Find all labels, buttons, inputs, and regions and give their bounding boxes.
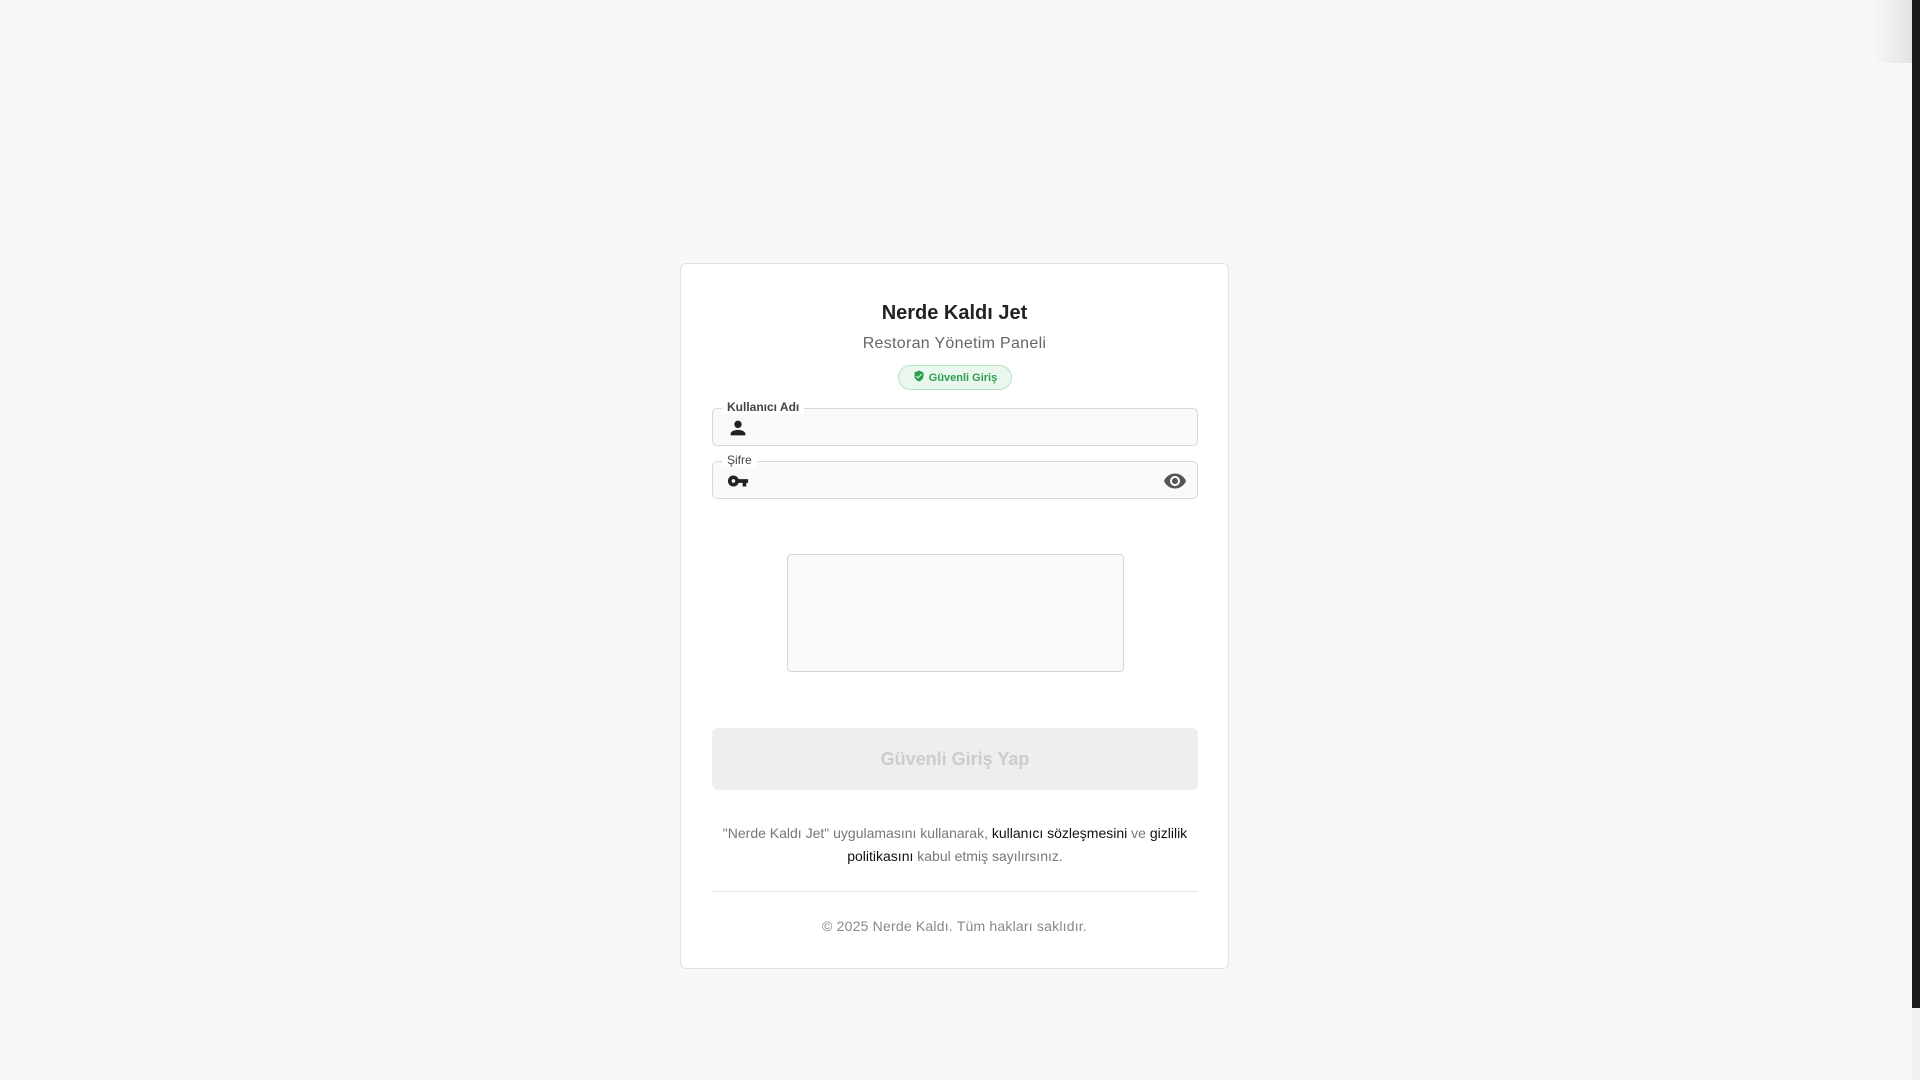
app-subtitle: Restoran Yönetim Paneli: [862, 335, 1047, 352]
corner-shadow: [1872, 0, 1912, 63]
app-title: Nerde Kaldı Jet: [881, 302, 1028, 324]
secure-login-badge: Güvenli Giriş: [898, 365, 1012, 390]
password-label: Şifre: [722, 453, 757, 467]
login-page: Nerde Kaldı Jet Restoran Yönetim Paneli …: [0, 0, 1920, 1080]
username-field[interactable]: Kullanıcı Adı: [712, 400, 1198, 446]
terms-prefix: "Nerde Kaldı Jet" uygulamasını kullanara…: [722, 825, 988, 841]
username-input[interactable]: [761, 414, 1145, 442]
eye-icon[interactable]: [1163, 469, 1187, 493]
secure-login-badge-label: Güvenli Giriş: [928, 371, 998, 384]
password-field[interactable]: Şifre: [712, 453, 1198, 499]
scrollbar-thumb[interactable]: [1912, 0, 1920, 1008]
username-label: Kullanıcı Adı: [722, 400, 805, 414]
key-icon: [727, 470, 749, 492]
password-input[interactable]: [761, 467, 1145, 495]
login-card: Nerde Kaldı Jet Restoran Yönetim Paneli …: [680, 263, 1229, 969]
captcha-widget[interactable]: [787, 554, 1124, 672]
terms-and: ve: [1131, 825, 1146, 841]
terms-suffix: kabul etmiş sayılırsınız.: [917, 848, 1063, 864]
terms-text: "Nerde Kaldı Jet" uygulamasını kullanara…: [712, 822, 1198, 868]
copyright-text: © 2025 Nerde Kaldı. Tüm hakları saklıdır…: [822, 918, 1087, 934]
secure-login-button[interactable]: Güvenli Giriş Yap: [712, 728, 1198, 790]
person-icon: [727, 417, 749, 439]
user-agreement-link[interactable]: kullanıcı sözleşmesini: [992, 825, 1127, 841]
shield-check-icon: [913, 370, 925, 385]
divider: [712, 891, 1198, 892]
